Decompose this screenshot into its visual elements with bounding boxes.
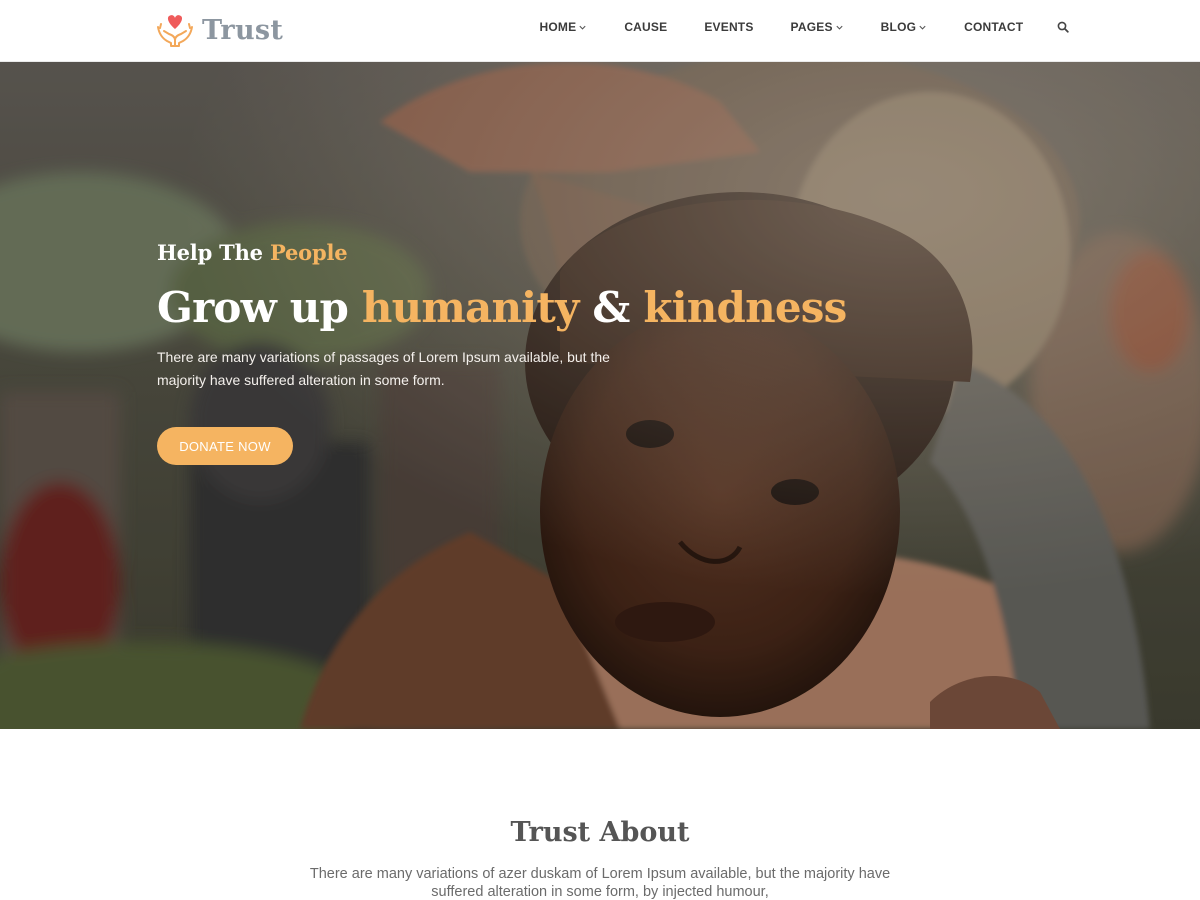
hero-title-amp: &: [592, 283, 630, 332]
nav-label: HOME: [539, 20, 577, 34]
donate-now-button[interactable]: DONATE NOW: [157, 427, 293, 465]
nav-label: EVENTS: [704, 20, 754, 34]
hero-subtitle-prefix: Help The: [157, 240, 263, 265]
about-title: Trust About: [510, 817, 690, 848]
about-section: Trust About There are many variations of…: [0, 729, 1200, 900]
nav-item-events[interactable]: EVENTS: [686, 20, 772, 34]
hero-title: Grow up humanity & kindness: [157, 283, 857, 332]
nav-label: CAUSE: [624, 20, 668, 34]
nav-label: PAGES: [790, 20, 833, 34]
hero-subtitle-accent: People: [269, 240, 348, 265]
chevron-down-icon: [836, 25, 843, 30]
hero-subtitle: Help The People: [157, 240, 857, 265]
nav-item-pages[interactable]: PAGES: [772, 20, 862, 34]
chevron-down-icon: [919, 25, 926, 30]
nav-item-cause[interactable]: CAUSE: [606, 20, 686, 34]
site-header: Trust HOME CAUSE EVENTS PAGES BLOG CONTA…: [0, 0, 1200, 62]
search-icon: [1057, 21, 1069, 33]
hero-content: Help The People Grow up humanity & kindn…: [157, 240, 857, 465]
hero-title-part: Grow up: [157, 283, 349, 332]
about-text: There are many variations of azer duskam…: [309, 866, 891, 900]
nav-item-home[interactable]: HOME: [521, 20, 606, 34]
hero-description: There are many variations of passages of…: [157, 349, 610, 388]
hero-title-accent: humanity: [361, 283, 579, 332]
hero-banner: Help The People Grow up humanity & kindn…: [0, 62, 1200, 729]
search-button[interactable]: [1046, 10, 1080, 44]
chevron-down-icon: [579, 25, 586, 30]
heart-in-hands-icon: [157, 15, 193, 47]
nav-item-contact[interactable]: CONTACT: [946, 20, 1042, 34]
logo[interactable]: Trust: [156, 8, 283, 52]
nav-item-blog[interactable]: BLOG: [862, 20, 945, 34]
hero-title-accent: kindness: [643, 283, 847, 332]
main-nav: HOME CAUSE EVENTS PAGES BLOG CONTACT: [521, 0, 1080, 54]
nav-label: BLOG: [880, 20, 917, 34]
logo-text: Trust: [202, 14, 284, 46]
nav-label: CONTACT: [964, 20, 1024, 34]
